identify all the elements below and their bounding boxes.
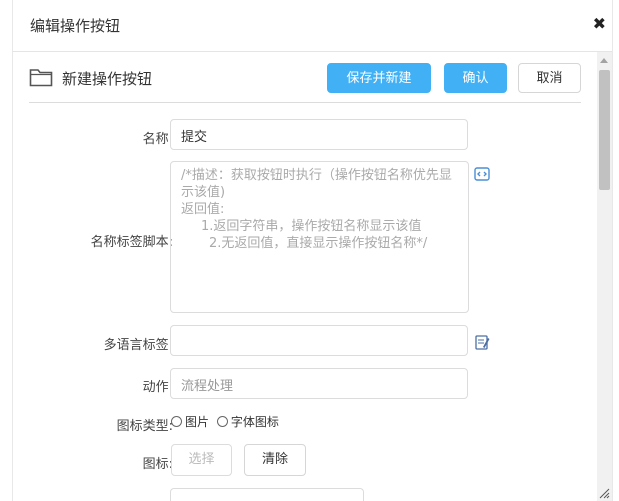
radio-font-icon[interactable] <box>216 416 228 427</box>
action-label: 动作: <box>142 380 173 395</box>
next-field-input[interactable] <box>170 488 364 501</box>
edit-document-icon[interactable] <box>474 334 490 350</box>
script-line-3: 1.返回字符串，操作按钮名称显示该值 <box>201 219 422 234</box>
name-input[interactable]: 提交 <box>170 119 468 150</box>
scroll-up-arrow-icon[interactable] <box>600 58 608 63</box>
label-script-textarea[interactable]: /*描述：获取按钮时执行（操作按钮名称优先显示该值) 返回值: 1.返回字符串，… <box>170 161 469 313</box>
icon-type-label: 图标类型: <box>116 419 173 434</box>
script-line-2: 返回值: <box>181 202 225 217</box>
scrollbar-thumb[interactable] <box>599 70 610 190</box>
save-and-new-button[interactable]: 保存并新建 <box>327 63 431 93</box>
folder-icon <box>29 69 53 87</box>
radio-image[interactable] <box>171 416 182 427</box>
form-header-title: 新建操作按钮 <box>62 70 153 88</box>
radio-font-icon-label: 字体图标 <box>230 415 279 429</box>
dialog-titlebar: 编辑操作按钮 ✖ <box>13 0 612 52</box>
multilang-label: 多语言标签: <box>103 338 173 353</box>
dialog-content: 新建操作按钮 保存并新建 确认 取消 名称: 提交 名称标签脚本: /*描述：获… <box>13 52 597 501</box>
clear-icon-button[interactable]: 清除 <box>244 444 306 476</box>
dialog-title: 编辑操作按钮 <box>30 17 121 35</box>
confirm-button[interactable]: 确认 <box>444 63 507 93</box>
action-input[interactable]: 流程处理 <box>170 368 468 399</box>
scrollbar[interactable] <box>597 52 612 501</box>
resize-handle-icon[interactable] <box>598 487 610 499</box>
select-icon-button[interactable]: 选择 <box>171 444 232 476</box>
edit-dialog: 编辑操作按钮 ✖ 新建操作按钮 保存并新建 确认 取消 名称: 提交 名称标签脚… <box>12 0 613 501</box>
code-editor-icon[interactable] <box>474 166 490 182</box>
icon-type-radio-group: 图片 字体图标 <box>171 413 283 430</box>
name-label: 名称: <box>142 132 173 147</box>
cancel-button[interactable]: 取消 <box>518 63 581 93</box>
script-line-1: /*描述：获取按钮时执行（操作按钮名称优先显示该值) <box>181 168 452 200</box>
multilang-input[interactable] <box>170 325 468 356</box>
close-icon[interactable]: ✖ <box>593 14 606 33</box>
icon-label: 图标: <box>142 457 173 472</box>
form-header: 新建操作按钮 保存并新建 确认 取消 <box>29 52 581 103</box>
label-script-label: 名称标签脚本: <box>90 235 173 250</box>
script-line-4: 2.无返回值，直接显示操作按钮名称*/ <box>209 236 428 251</box>
radio-image-label: 图片 <box>185 415 210 429</box>
